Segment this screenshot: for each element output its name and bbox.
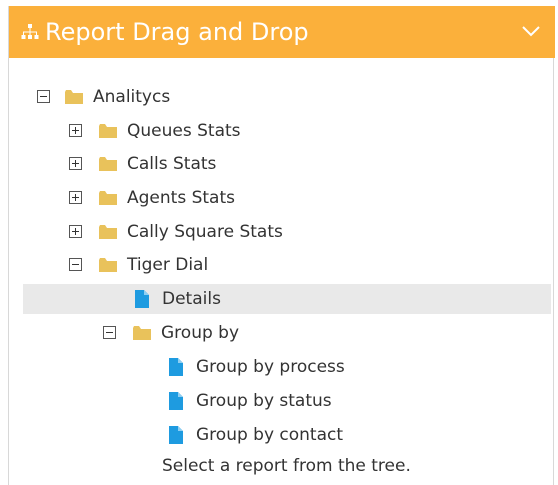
expand-toggle-icon[interactable] xyxy=(69,157,82,170)
expand-toggle-icon[interactable] xyxy=(69,191,82,204)
folder-icon xyxy=(99,124,117,138)
tree-node-label[interactable]: Agents Stats xyxy=(127,187,235,209)
collapse-toggle-icon[interactable] xyxy=(69,258,82,271)
folder-icon xyxy=(99,157,117,171)
collapse-toggle-icon[interactable] xyxy=(103,326,116,339)
tree-node-agents-stats[interactable]: Agents Stats xyxy=(23,183,551,213)
tree-node-label[interactable]: Group by xyxy=(161,322,239,344)
panel-header[interactable]: Report Drag and Drop xyxy=(9,6,555,58)
tree-leaf-label[interactable]: Details xyxy=(162,288,221,310)
file-icon xyxy=(169,426,183,444)
collapse-toggle-icon[interactable] xyxy=(37,90,50,103)
file-icon xyxy=(169,392,183,410)
tree-node-analitycs[interactable]: Analitycs xyxy=(23,82,551,112)
tree-leaf-group-by-status[interactable]: Group by status xyxy=(23,386,551,416)
status-message: Select a report from the tree. xyxy=(162,456,411,476)
tree-leaf-label[interactable]: Group by process xyxy=(196,356,345,378)
tree-node-calls-stats[interactable]: Calls Stats xyxy=(23,149,551,179)
expand-toggle-icon[interactable] xyxy=(69,225,82,238)
folder-icon xyxy=(133,326,151,340)
report-tree: Analitycs Queues Stats Calls Stats Agent… xyxy=(9,58,555,485)
sitemap-icon xyxy=(21,24,39,39)
chevron-down-icon[interactable] xyxy=(521,24,541,38)
tree-leaf-label[interactable]: Group by contact xyxy=(196,424,343,446)
file-icon xyxy=(135,290,149,308)
tree-leaf-label[interactable]: Group by status xyxy=(196,390,332,412)
folder-icon xyxy=(99,225,117,239)
tree-leaf-group-by-process[interactable]: Group by process xyxy=(23,352,551,382)
tree-node-queues-stats[interactable]: Queues Stats xyxy=(23,116,551,146)
report-drag-drop-panel: Report Drag and Drop Analitycs Queues St… xyxy=(8,6,555,485)
tree-node-label[interactable]: Calls Stats xyxy=(127,153,216,175)
tree-node-label[interactable]: Queues Stats xyxy=(127,120,241,142)
expand-toggle-icon[interactable] xyxy=(69,124,82,137)
folder-icon xyxy=(99,258,117,272)
panel-title: Report Drag and Drop xyxy=(45,18,309,46)
tree-node-group-by[interactable]: Group by xyxy=(23,318,551,348)
tree-leaf-group-by-contact[interactable]: Group by contact xyxy=(23,420,551,450)
tree-node-label[interactable]: Tiger Dial xyxy=(127,254,208,276)
tree-node-label[interactable]: Analitycs xyxy=(93,86,170,108)
tree-node-tiger-dial[interactable]: Tiger Dial xyxy=(23,250,551,280)
folder-icon xyxy=(99,191,117,205)
tree-node-label[interactable]: Cally Square Stats xyxy=(127,221,283,243)
folder-icon xyxy=(65,90,83,104)
tree-node-cally-square-stats[interactable]: Cally Square Stats xyxy=(23,217,551,247)
file-icon xyxy=(169,358,183,376)
tree-leaf-details[interactable]: Details xyxy=(23,284,551,314)
